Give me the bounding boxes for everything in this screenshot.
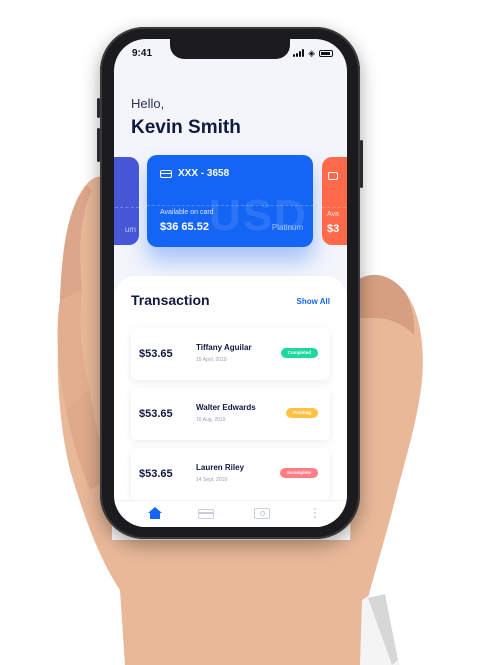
phone-notch xyxy=(170,39,290,59)
transactions-title: Transaction xyxy=(131,292,210,308)
transaction-date: 16 Aug, 2019 xyxy=(196,417,226,423)
card-number: XXX - 3658 xyxy=(178,168,230,179)
credit-card-icon xyxy=(160,170,172,178)
phone-screen: 9:41 ◈ Hello, Kevin Smith um USD XXX - 3… xyxy=(114,39,347,527)
card-tier: Platinum xyxy=(271,223,303,232)
status-badge: Pending xyxy=(286,408,318,418)
card-divider xyxy=(147,205,313,206)
transaction-item[interactable]: $53.65 Tiffany Aguilar 15 April, 2019 Co… xyxy=(131,328,330,380)
card-divider xyxy=(322,207,347,208)
wifi-icon: ◈ xyxy=(308,48,315,58)
transaction-date: 15 April, 2019 xyxy=(196,357,227,363)
card-icon[interactable] xyxy=(198,507,214,521)
phone-side-button xyxy=(97,98,100,118)
signal-icon xyxy=(293,49,305,57)
card-divider xyxy=(114,207,139,208)
transaction-date: 14 Sept, 2019 xyxy=(196,477,228,483)
transactions-panel: Transaction Show All $53.65 Tiffany Agui… xyxy=(114,276,347,527)
card-available-label: Ava xyxy=(327,211,339,218)
show-all-link[interactable]: Show All xyxy=(297,297,330,306)
status-badge: Completed xyxy=(280,348,318,358)
card-main[interactable]: USD XXX - 3658 Available on card $36 65.… xyxy=(147,155,313,247)
wallet-icon[interactable] xyxy=(254,507,270,521)
status-time: 9:41 xyxy=(132,48,153,59)
card-left[interactable]: um xyxy=(114,157,139,245)
transaction-amount: $53.65 xyxy=(139,348,173,360)
card-available-label: Available on card xyxy=(160,209,214,216)
status-badge: Incomplete xyxy=(280,468,318,478)
more-icon[interactable] xyxy=(307,507,323,521)
bottom-tab-bar xyxy=(114,500,347,527)
phone-side-button xyxy=(97,128,100,162)
user-name: Kevin Smith xyxy=(131,117,241,138)
card-tier: um xyxy=(124,225,136,234)
phone-side-button xyxy=(360,140,363,188)
greeting-hello: Hello, xyxy=(131,96,165,111)
card-balance: $3 xyxy=(327,223,340,235)
transaction-name: Lauren Riley xyxy=(196,463,245,472)
transaction-amount: $53.65 xyxy=(139,468,173,480)
transaction-name: Walter Edwards xyxy=(196,403,256,412)
card-currency-watermark: USD xyxy=(209,191,308,240)
card-right[interactable]: Ava $3 xyxy=(322,157,347,245)
credit-card-icon xyxy=(328,172,338,180)
transaction-item[interactable]: $53.65 Lauren Riley 14 Sept, 2019 Incomp… xyxy=(131,448,330,500)
battery-icon xyxy=(319,49,333,57)
transaction-name: Tiffany Aguilar xyxy=(196,343,252,352)
home-icon[interactable] xyxy=(147,507,163,521)
status-icons: ◈ xyxy=(293,48,333,58)
card-balance: $36 65.52 xyxy=(160,221,209,233)
transaction-amount: $53.65 xyxy=(139,408,173,420)
transaction-item[interactable]: $53.65 Walter Edwards 16 Aug, 2019 Pendi… xyxy=(131,388,330,440)
